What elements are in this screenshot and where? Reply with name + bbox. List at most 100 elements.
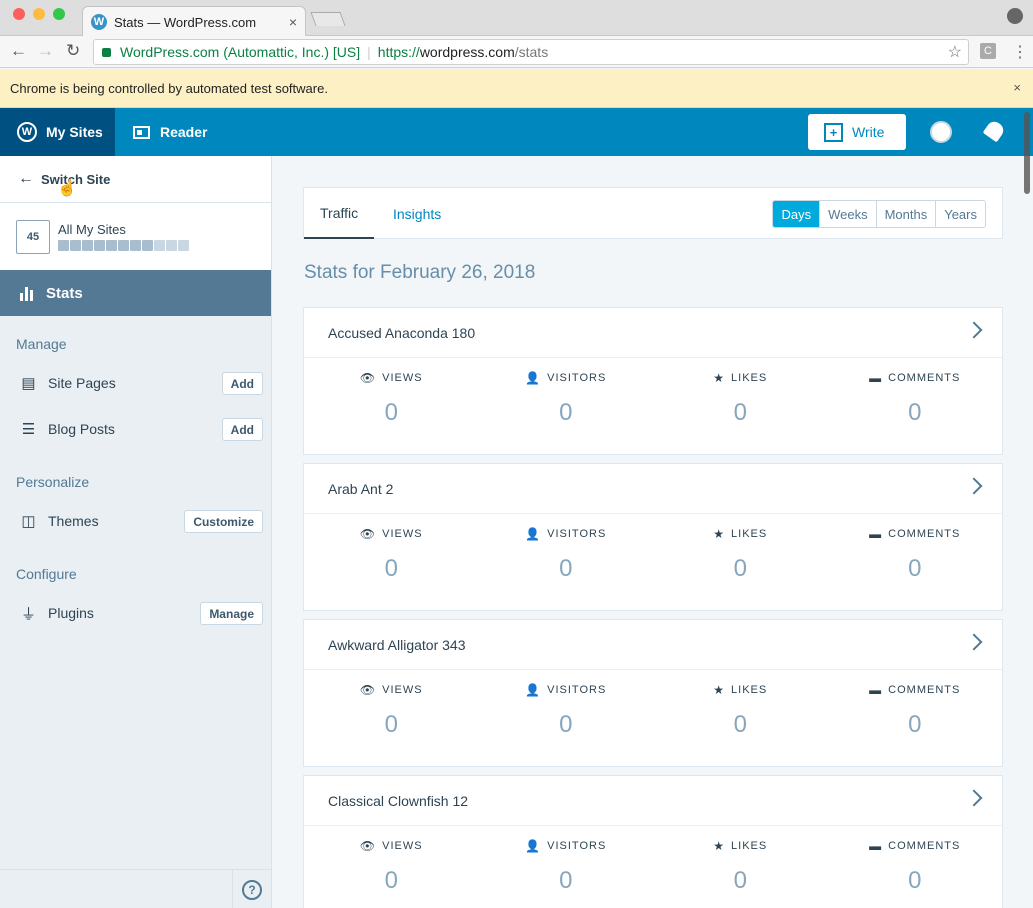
metric-likes[interactable]: ★ LIKES 0 [653, 838, 828, 895]
site-stats-header[interactable]: Arab Ant 2 [304, 464, 1002, 514]
browser-tab[interactable]: W Stats — WordPress.com × [82, 6, 306, 37]
metric-comments[interactable]: ▬ COMMENTS 0 [828, 838, 1003, 895]
forward-icon[interactable]: → [37, 41, 54, 61]
metric-views[interactable]: 👁 VIEWS 0 [304, 370, 479, 427]
reader-button[interactable]: Reader [133, 108, 207, 156]
metric-visitors[interactable]: 👤 VISITORS 0 [479, 838, 654, 895]
metric-label-text: VISITORS [547, 372, 607, 384]
plugin-icon: ⏚ [20, 605, 36, 623]
scrollbar[interactable] [1024, 112, 1030, 194]
section-configure: Configure [16, 566, 77, 582]
chevron-right-icon [965, 321, 983, 339]
metric-value: 0 [908, 555, 922, 582]
metric-value: 0 [384, 867, 398, 894]
person-icon: 👤 [525, 683, 542, 697]
notifications-bell-icon[interactable] [982, 118, 1007, 143]
metrics-row: 👁 VIEWS 0 👤 VISITORS 0 ★ LIKES 0 ▬ COMMENTS 0 [304, 358, 1002, 427]
site-icons-strip [58, 240, 190, 251]
metric-value: 0 [908, 867, 922, 894]
metric-comments[interactable]: ▬ COMMENTS 0 [828, 682, 1003, 739]
sidebar-item-blog-posts[interactable]: ☰ Blog Posts Add [0, 406, 271, 452]
sidebar-item-themes[interactable]: ◫ Themes Customize [0, 498, 271, 544]
eye-icon: 👁 [359, 839, 377, 853]
site-name: All My Sites [58, 222, 126, 237]
close-window-button[interactable] [13, 8, 25, 20]
metric-label: 👤 VISITORS [479, 526, 654, 542]
site-icon [58, 240, 69, 251]
site-stats-header[interactable]: Awkward Alligator 343 [304, 620, 1002, 670]
metric-visitors[interactable]: 👤 VISITORS 0 [479, 526, 654, 583]
avatar[interactable] [930, 121, 952, 143]
metric-label: ▬ COMMENTS [828, 526, 1003, 542]
metric-value: 0 [908, 399, 922, 426]
write-button[interactable]: + Write [808, 114, 906, 150]
metric-label-text: LIKES [731, 372, 768, 384]
metric-label-text: VIEWS [382, 528, 423, 540]
metric-visitors[interactable]: 👤 VISITORS 0 [479, 682, 654, 739]
infobar-close-icon[interactable]: × [1013, 80, 1021, 95]
metric-likes[interactable]: ★ LIKES 0 [653, 682, 828, 739]
metric-value: 0 [733, 555, 747, 582]
minimize-window-button[interactable] [33, 8, 45, 20]
browser-menu-icon[interactable]: ⋮ [1012, 42, 1028, 62]
metric-label: 👤 VISITORS [479, 370, 654, 386]
tab-traffic[interactable]: Traffic [304, 188, 375, 239]
sidebar-item-plugins[interactable]: ⏚ Plugins Manage [0, 590, 271, 636]
switch-site-button[interactable]: ← Switch Site [0, 156, 271, 203]
period-years-button[interactable]: Years [935, 201, 985, 227]
back-icon[interactable]: ← [10, 41, 27, 61]
site-title: Classical Clownfish 12 [328, 792, 469, 809]
comment-icon: ▬ [869, 527, 883, 541]
extension-icon[interactable]: C [980, 43, 996, 59]
metric-comments[interactable]: ▬ COMMENTS 0 [828, 526, 1003, 583]
sidebar-item-site-pages[interactable]: ▤ Site Pages Add [0, 360, 271, 406]
write-label: Write [852, 124, 885, 140]
metric-likes[interactable]: ★ LIKES 0 [653, 526, 828, 583]
wordpress-logo-icon: W [17, 122, 37, 142]
metric-label-text: VISITORS [547, 840, 607, 852]
metric-label-text: VISITORS [547, 684, 607, 696]
period-days-button[interactable]: Days [773, 201, 820, 227]
site-stats-header[interactable]: Accused Anaconda 180 [304, 308, 1002, 358]
comment-icon: ▬ [869, 683, 883, 697]
add-post-button[interactable]: Add [221, 418, 263, 441]
metric-likes[interactable]: ★ LIKES 0 [653, 370, 828, 427]
period-months-button[interactable]: Months [875, 201, 936, 227]
maximize-window-button[interactable] [53, 8, 65, 20]
customize-button[interactable]: Customize [184, 510, 263, 533]
site-title: Arab Ant 2 [328, 480, 394, 497]
eye-icon: 👁 [359, 371, 377, 385]
address-bar[interactable]: WordPress.com (Automattic, Inc.) [US] | … [93, 39, 969, 65]
metric-views[interactable]: 👁 VIEWS 0 [304, 838, 479, 895]
lock-icon [102, 47, 111, 57]
tab-close-icon[interactable]: × [289, 14, 297, 30]
all-my-sites-card[interactable]: 45 All My Sites [0, 203, 271, 270]
metric-comments[interactable]: ▬ COMMENTS 0 [828, 370, 1003, 427]
manage-plugins-button[interactable]: Manage [200, 602, 263, 625]
site-stats-header[interactable]: Classical Clownfish 12 [304, 776, 1002, 826]
url-scheme: https:// [377, 44, 420, 60]
metric-value: 0 [559, 711, 573, 738]
new-tab-button[interactable] [310, 12, 346, 26]
automation-infobar: Chrome is being controlled by automated … [0, 69, 1033, 108]
metric-views[interactable]: 👁 VIEWS 0 [304, 526, 479, 583]
page-title: Stats for February 26, 2018 [304, 262, 536, 283]
metric-visitors[interactable]: 👤 VISITORS 0 [479, 370, 654, 427]
site-icon [70, 240, 81, 251]
metric-value: 0 [384, 399, 398, 426]
tab-insights[interactable]: Insights [393, 188, 441, 239]
metric-views[interactable]: 👁 VIEWS 0 [304, 682, 479, 739]
site-title: Accused Anaconda 180 [328, 324, 476, 341]
my-sites-button[interactable]: W My Sites [0, 108, 115, 156]
reload-icon[interactable]: ↻ [66, 41, 80, 61]
period-selector: Days Weeks Months Years [772, 200, 986, 228]
sidebar-item-stats[interactable]: Stats [0, 270, 271, 316]
profile-icon[interactable] [1007, 8, 1023, 24]
metric-label: 👤 VISITORS [479, 682, 654, 698]
tab-title: Stats — WordPress.com [114, 14, 257, 30]
url-separator: | [367, 44, 371, 60]
help-button[interactable]: ? [232, 870, 271, 908]
add-page-button[interactable]: Add [221, 372, 263, 395]
bookmark-star-icon[interactable]: ☆ [948, 42, 962, 62]
period-weeks-button[interactable]: Weeks [819, 201, 876, 227]
